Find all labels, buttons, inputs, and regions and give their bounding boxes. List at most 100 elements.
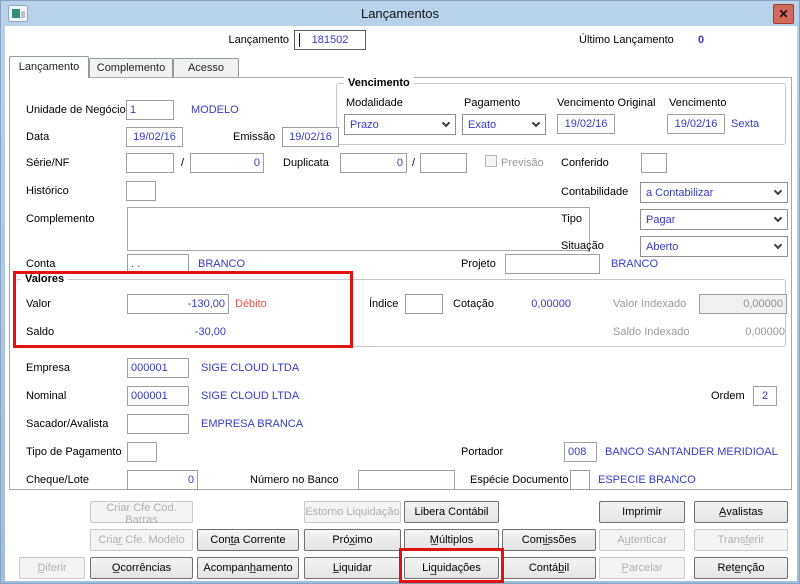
nf-input[interactable] xyxy=(190,153,264,173)
numero-banco-input[interactable] xyxy=(358,470,455,490)
cotacao-label: Cotação xyxy=(453,298,494,310)
emissao-label: Emissão xyxy=(233,131,276,143)
contabilidade-label: Contabilidade xyxy=(561,186,629,198)
tipo-label: Tipo xyxy=(561,213,582,225)
contabilidade-value: a Contabilizar xyxy=(646,186,714,199)
tipo-pagamento-input[interactable] xyxy=(127,442,157,462)
vencimento-group-title: Vencimento xyxy=(344,77,414,89)
autenticar-button: Au̲tenticar xyxy=(599,529,685,551)
tab-complemento[interactable]: Complemento xyxy=(89,58,173,78)
portador-label: Portador xyxy=(461,446,504,458)
chevron-down-icon xyxy=(773,213,783,223)
contabilidade-select[interactable]: a Contabilizar xyxy=(640,182,788,203)
conferido-input[interactable] xyxy=(641,153,667,173)
contabil-button[interactable]: Contáb̲il xyxy=(502,557,596,579)
tab-acesso[interactable]: Acesso xyxy=(173,58,239,78)
duplicata-input[interactable] xyxy=(340,153,407,173)
retencao-button[interactable]: Rete̲nção xyxy=(694,557,788,579)
ordem-label: Ordem xyxy=(711,390,745,402)
nominal-input[interactable] xyxy=(127,386,189,406)
empresa-label: Empresa xyxy=(26,362,71,374)
unidade-negocio-input[interactable] xyxy=(126,100,174,120)
especie-documento-input[interactable] xyxy=(570,470,590,490)
ocorrencias-button[interactable]: O̲corrências xyxy=(90,557,193,579)
pagamento-select[interactable]: Exato xyxy=(462,114,546,135)
liquidar-button[interactable]: L̲iquidar xyxy=(304,557,401,579)
serie-input[interactable] xyxy=(126,153,174,173)
cheque-lote-input[interactable] xyxy=(127,470,198,490)
chevron-down-icon xyxy=(773,240,783,250)
previsao-label: Previsão xyxy=(501,157,544,169)
comissoes-button[interactable]: Comi̲ssões xyxy=(502,529,596,551)
saldo-indexado-value: 0,00000 xyxy=(745,326,785,338)
situacao-select[interactable]: Aberto xyxy=(640,236,788,257)
projeto-input[interactable] xyxy=(505,254,600,274)
parcelar-button: P̲arcelar xyxy=(599,557,685,579)
indice-label: Índice xyxy=(369,298,399,310)
empresa-input[interactable] xyxy=(127,358,189,378)
pagamento-value: Exato xyxy=(468,118,497,131)
ultimo-lancamento-label: Último Lançamento xyxy=(579,34,674,46)
lancamento-number-label: Lançamento xyxy=(228,34,289,46)
portador-input[interactable] xyxy=(564,442,597,462)
chevron-down-icon xyxy=(531,118,541,128)
situacao-label: Situação xyxy=(561,240,604,252)
conta-label: Conta xyxy=(26,258,56,270)
projeto-label: Projeto xyxy=(461,258,496,270)
modalidade-select[interactable]: Prazo xyxy=(344,114,456,135)
conta-desc: BRANCO xyxy=(198,258,246,270)
serie-separator: / xyxy=(181,157,185,169)
ultimo-lancamento-value: 0 xyxy=(697,34,705,46)
valor-indexado-label: Valor Indexado xyxy=(613,298,687,310)
nominal-desc: SIGE CLOUD LTDA xyxy=(201,390,300,402)
tipo-value: Pagar xyxy=(646,213,676,226)
valor-input[interactable] xyxy=(127,294,229,314)
complemento-textarea[interactable] xyxy=(127,207,590,251)
criar-cod-barras-button: Criar Cfe Cod. Barras xyxy=(90,501,193,526)
chevron-down-icon xyxy=(773,186,783,196)
chevron-down-icon xyxy=(441,118,451,128)
proximo-button[interactable]: Próx̲imo xyxy=(304,529,401,551)
close-icon[interactable]: ✕ xyxy=(773,4,794,24)
estorno-liquidacao-button: Estorno Liquidação xyxy=(304,501,401,523)
vencimento-weekday: Sexta xyxy=(731,118,760,130)
tab-lancamento[interactable]: Lançamento xyxy=(9,56,89,78)
emissao-input[interactable] xyxy=(282,127,339,147)
modalidade-label: Modalidade xyxy=(346,97,403,109)
historico-input[interactable] xyxy=(126,181,156,201)
lancamento-number-input[interactable] xyxy=(294,30,366,50)
conta-corrente-button[interactable]: Cont̲a Corrente xyxy=(197,529,299,551)
sacador-avalista-input[interactable] xyxy=(127,414,189,434)
liquidacoes-button[interactable]: Liq̲uidações xyxy=(404,557,499,579)
vencimento-input[interactable] xyxy=(667,114,725,134)
data-input[interactable] xyxy=(126,127,183,147)
tipo-select[interactable]: Pagar xyxy=(640,209,788,230)
avalistas-button[interactable]: A̲valistas xyxy=(694,501,788,523)
acompanhamento-button[interactable]: Acompanh̲amento xyxy=(197,557,299,579)
pagamento-label: Pagamento xyxy=(464,97,521,109)
text-caret xyxy=(299,33,300,47)
ordem-input[interactable] xyxy=(753,386,777,406)
criar-modelo-button: Criar̲ Cfe. Modelo xyxy=(90,529,193,551)
tipo-pagamento-label: Tipo de Pagamento xyxy=(26,446,122,458)
imprimir-button[interactable]: Imprimir xyxy=(599,501,685,523)
serie-nf-label: Série/NF xyxy=(26,157,70,169)
conferido-label: Conferido xyxy=(561,157,609,169)
vencimento-original-input[interactable] xyxy=(557,114,615,134)
situacao-value: Aberto xyxy=(646,240,679,253)
multiplos-button[interactable]: M̲últiplos xyxy=(404,529,499,551)
duplicata2-input[interactable] xyxy=(420,153,467,173)
debito-tag: Débito xyxy=(235,298,267,310)
modalidade-value: Prazo xyxy=(350,118,379,131)
sacador-avalista-label: Sacador/Avalista xyxy=(26,418,109,430)
cotacao-value: 0,00000 xyxy=(531,298,571,310)
libera-contabil-button[interactable]: Libera Contábil xyxy=(404,501,499,523)
transferir-button: Transf̲erir xyxy=(694,529,788,551)
indice-input[interactable] xyxy=(405,294,443,314)
unidade-negocio-desc: MODELO xyxy=(191,104,239,116)
vencimento-label: Vencimento xyxy=(669,97,727,109)
projeto-desc: BRANCO xyxy=(611,258,659,270)
valor-indexado-input xyxy=(699,294,787,314)
conta-input[interactable] xyxy=(127,254,189,274)
window-title: Lançamentos xyxy=(360,6,440,21)
